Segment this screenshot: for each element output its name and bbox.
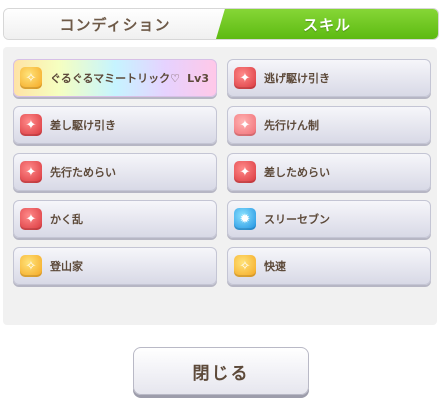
skill-card[interactable]: ✧ 登山家 bbox=[13, 247, 217, 285]
skill-card[interactable]: ✹ スリーセブン bbox=[227, 200, 431, 238]
skill-name: 先行ためらい bbox=[50, 166, 116, 179]
skill-card[interactable]: ✦ 先行ためらい bbox=[13, 153, 217, 191]
tab-skill[interactable]: スキル bbox=[216, 9, 438, 39]
skill-card[interactable]: ✦ 逃げ駆け引き bbox=[227, 59, 431, 97]
debuff-skill-icon: ✦ bbox=[234, 67, 256, 89]
skill-list-panel: ✧ ぐるぐるマミートリック♡ Lv3 ✦ 逃げ駆け引き ✦ 差し駆け引き ✦ 先行けん制 ✦ 先行た… bbox=[3, 47, 437, 325]
tab-condition[interactable]: コンディション bbox=[4, 9, 226, 39]
skill-name: ぐるぐるマミートリック♡ bbox=[50, 72, 180, 85]
debuff-skill-icon: ✦ bbox=[20, 114, 42, 136]
debuff-skill-icon: ✦ bbox=[20, 208, 42, 230]
skill-card[interactable]: ✦ 差しためらい bbox=[227, 153, 431, 191]
debuff-skill-icon: ✦ bbox=[20, 161, 42, 183]
recovery-skill-icon: ✹ bbox=[234, 208, 256, 230]
speed-skill-icon: ✧ bbox=[234, 255, 256, 277]
skill-card[interactable]: ✦ 差し駆け引き bbox=[13, 106, 217, 144]
speed-skill-icon: ✧ bbox=[20, 255, 42, 277]
skill-name: 快速 bbox=[264, 260, 286, 273]
skill-card[interactable]: ✧ ぐるぐるマミートリック♡ Lv3 bbox=[13, 59, 217, 97]
skill-name: 差しためらい bbox=[264, 166, 330, 179]
skill-card[interactable]: ✦ 先行けん制 bbox=[227, 106, 431, 144]
skill-card[interactable]: ✦ かく乱 bbox=[13, 200, 217, 238]
unique-skill-icon: ✧ bbox=[20, 67, 42, 89]
skill-name: スリーセブン bbox=[264, 213, 330, 226]
skill-name: 先行けん制 bbox=[264, 119, 319, 132]
skill-name: 差し駆け引き bbox=[50, 119, 116, 132]
skill-name: 登山家 bbox=[50, 260, 83, 273]
skill-name: かく乱 bbox=[50, 213, 83, 226]
debuff-skill-icon: ✦ bbox=[234, 161, 256, 183]
close-button[interactable]: 閉じる bbox=[133, 347, 309, 395]
skill-grid: ✧ ぐるぐるマミートリック♡ Lv3 ✦ 逃げ駆け引き ✦ 差し駆け引き ✦ 先行けん制 ✦ 先行た… bbox=[13, 59, 431, 285]
skill-level: Lv3 bbox=[187, 71, 209, 85]
tab-bar: コンディション スキル bbox=[3, 8, 439, 40]
skill-card[interactable]: ✧ 快速 bbox=[227, 247, 431, 285]
skill-name: 逃げ駆け引き bbox=[264, 72, 330, 85]
debuff-skill-icon: ✦ bbox=[234, 114, 256, 136]
